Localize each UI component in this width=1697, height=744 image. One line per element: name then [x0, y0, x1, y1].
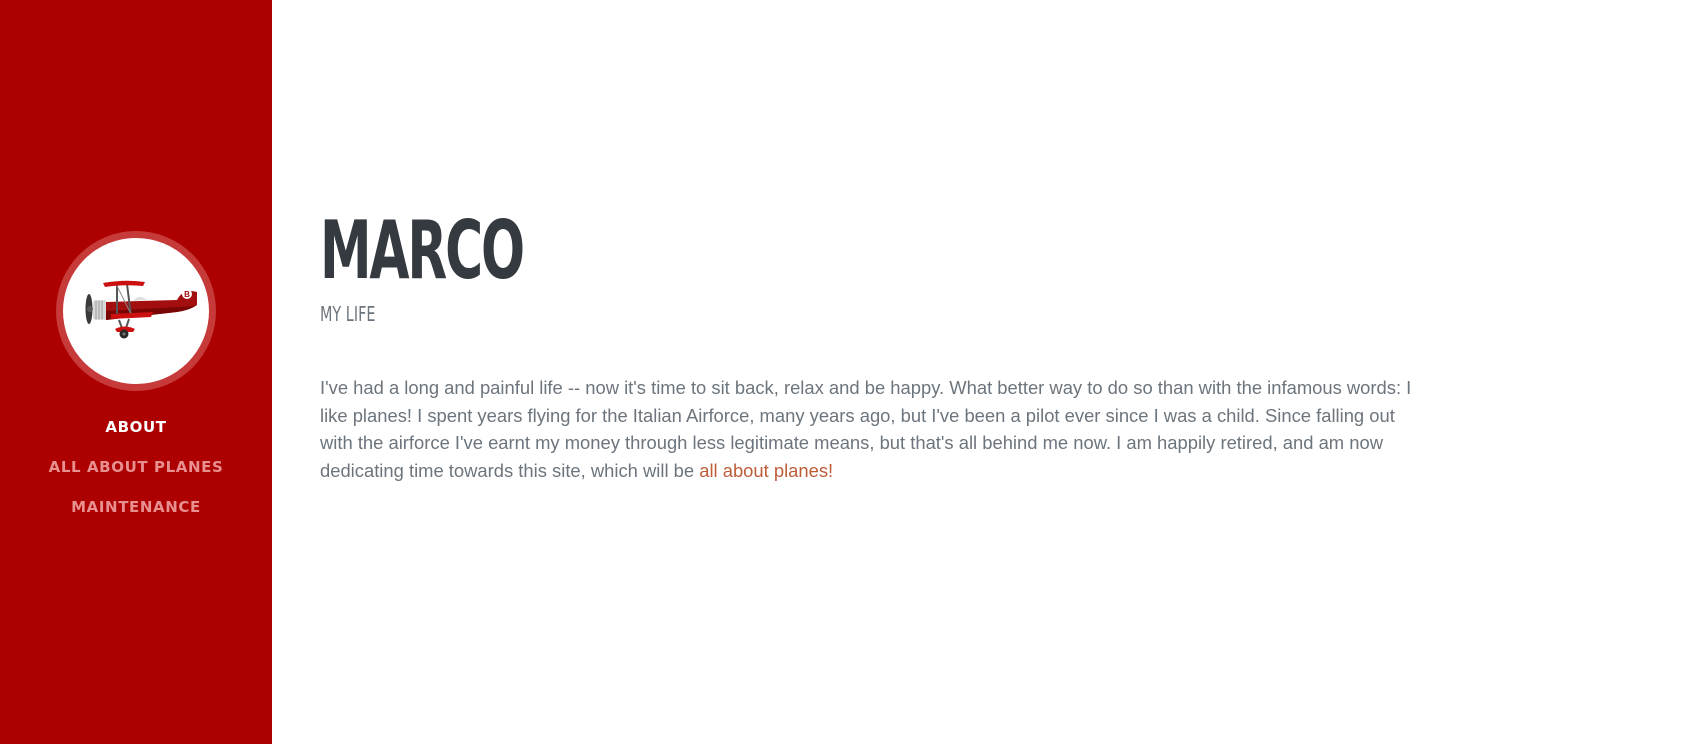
biplane-icon: B	[85, 280, 197, 339]
about-section: Marco My Life I've had a long and painfu…	[320, 206, 1420, 484]
nav-item-maintenance: Maintenance	[0, 496, 272, 536]
page-subtitle: My Life	[320, 302, 376, 326]
bio-text: I've had a long and painful life -- now …	[320, 377, 1412, 481]
svg-text:B: B	[184, 290, 190, 299]
page-title: Marco	[320, 204, 525, 297]
nav-link-maintenance[interactable]: Maintenance	[71, 498, 201, 516]
nav-link-about[interactable]: About	[105, 418, 166, 436]
sidebar: B About All About Planes Maintenance	[0, 0, 272, 744]
avatar-frame: B	[56, 231, 216, 391]
sidebar-nav: About All About Planes Maintenance	[0, 416, 272, 536]
nav-link-all-about-planes[interactable]: All About Planes	[49, 458, 224, 476]
bio-paragraph: I've had a long and painful life -- now …	[320, 374, 1420, 484]
nav-item-about: About	[0, 416, 272, 456]
avatar[interactable]: B	[63, 238, 209, 384]
nav-item-all-about-planes: All About Planes	[0, 456, 272, 496]
bio-link-planes[interactable]: all about planes!	[699, 460, 833, 481]
